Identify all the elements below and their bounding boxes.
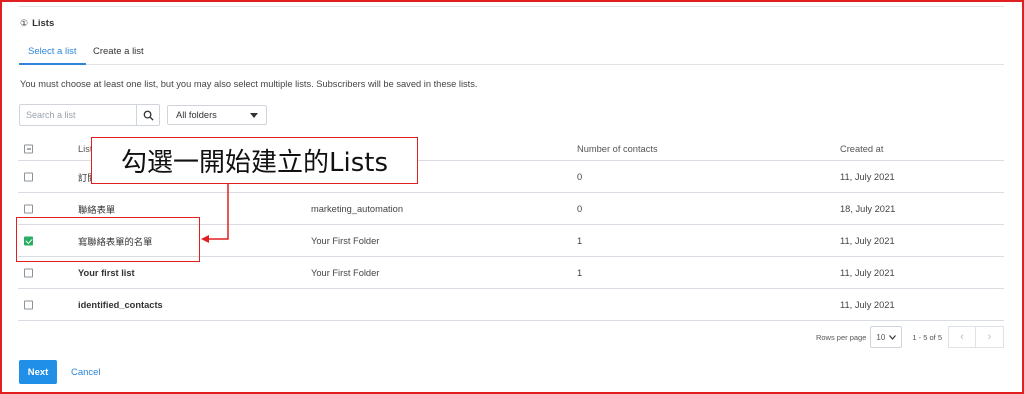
table-row[interactable]: identified_contacts 11, July 2021 bbox=[18, 289, 1004, 321]
row-checkbox[interactable] bbox=[24, 172, 33, 181]
prev-page-button[interactable]: ‹ bbox=[948, 326, 976, 348]
row-checkbox[interactable] bbox=[24, 300, 33, 309]
search-box bbox=[19, 104, 160, 126]
search-input[interactable] bbox=[19, 104, 136, 126]
list-created: 11, July 2021 bbox=[840, 267, 895, 278]
rows-per-page-select[interactable]: 10 bbox=[870, 326, 903, 348]
section-number: ① bbox=[20, 18, 29, 28]
select-all-checkbox[interactable] bbox=[24, 144, 33, 154]
list-created: 18, July 2021 bbox=[840, 203, 896, 214]
tab-select-a-list[interactable]: Select a list bbox=[19, 46, 86, 65]
list-name: identified_contacts bbox=[78, 299, 163, 310]
search-icon bbox=[143, 110, 154, 121]
section-title: ① Lists bbox=[20, 18, 54, 29]
list-created: 11, July 2021 bbox=[840, 171, 895, 182]
cancel-link[interactable]: Cancel bbox=[71, 367, 101, 378]
section-title-label: Lists bbox=[32, 18, 55, 29]
annotation-callout: 勾選一開始建立的Lists bbox=[91, 137, 418, 184]
header-created-at: Created at bbox=[840, 144, 884, 154]
list-name: 聯絡表單 bbox=[78, 204, 116, 215]
list-name: Your first list bbox=[78, 267, 135, 278]
row-checkbox[interactable] bbox=[24, 204, 33, 213]
next-page-button[interactable]: › bbox=[976, 326, 1004, 348]
rows-per-page-value: 10 bbox=[876, 332, 886, 342]
list-created: 11, July 2021 bbox=[840, 235, 895, 246]
annotation-highlight-box bbox=[16, 217, 200, 262]
list-created: 11, July 2021 bbox=[840, 299, 895, 310]
divider bbox=[18, 6, 1004, 7]
folder-select[interactable]: All folders bbox=[167, 105, 267, 125]
list-contacts: 0 bbox=[577, 171, 583, 182]
pagination: Rows per page 10 1 - 5 of 5 ‹ › bbox=[816, 326, 1004, 348]
list-folder: Your First Folder bbox=[311, 267, 380, 278]
help-text: You must choose at least one list, but y… bbox=[20, 79, 478, 89]
header-number-of-contacts: Number of contacts bbox=[577, 144, 658, 154]
list-folder: marketing_automation bbox=[311, 203, 403, 214]
tab-create-a-list[interactable]: Create a list bbox=[93, 46, 144, 57]
list-contacts: 0 bbox=[577, 203, 583, 214]
search-button[interactable] bbox=[136, 104, 160, 126]
list-contacts: 1 bbox=[577, 235, 583, 246]
chevron-down-icon bbox=[889, 334, 897, 340]
list-folder: Your First Folder bbox=[311, 235, 380, 246]
caret-down-icon bbox=[250, 112, 258, 118]
chevron-right-icon: › bbox=[987, 331, 992, 343]
page-range: 1 - 5 of 5 bbox=[912, 332, 942, 342]
tab-bar: Select a list Create a list bbox=[19, 40, 1004, 65]
chevron-left-icon: ‹ bbox=[960, 331, 964, 343]
folder-select-value: All folders bbox=[176, 110, 217, 120]
next-button[interactable]: Next bbox=[19, 360, 57, 384]
rows-per-page-label: Rows per page bbox=[815, 332, 867, 342]
row-checkbox[interactable] bbox=[24, 268, 33, 277]
list-contacts: 1 bbox=[577, 267, 583, 278]
